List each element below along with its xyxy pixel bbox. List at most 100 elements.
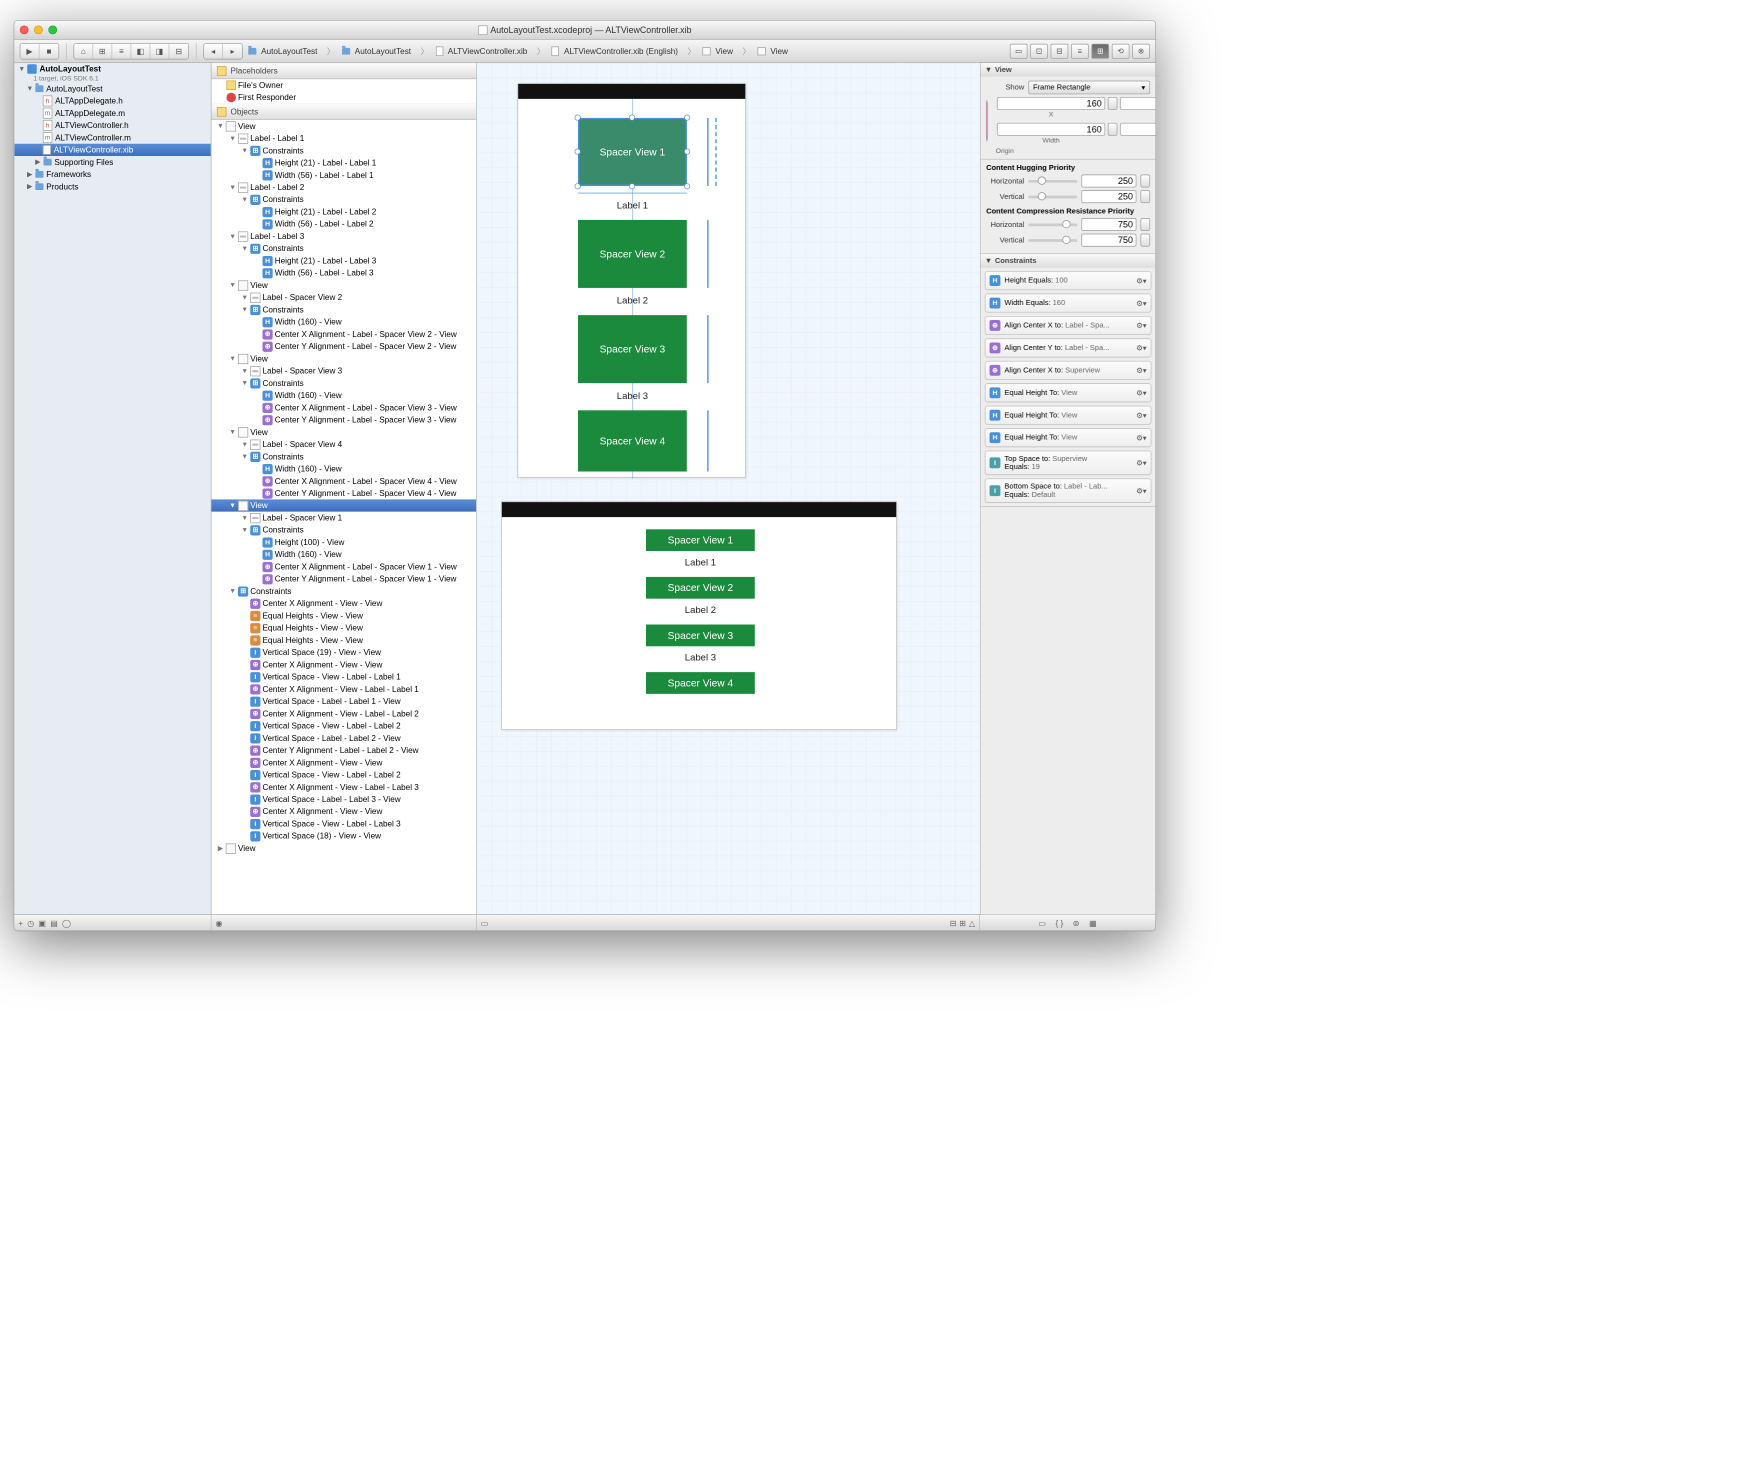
outline-row[interactable]: HWidth (160) - View <box>211 463 476 475</box>
height-input[interactable] <box>1120 123 1155 136</box>
outline-row[interactable]: ⊕Center Y Alignment - Label - Spacer Vie… <box>211 573 476 585</box>
breadcrumb[interactable]: AutoLayoutTest〉 AutoLayoutTest〉 ALTViewC… <box>245 45 1007 57</box>
gear-icon[interactable]: ⚙▾ <box>1136 298 1146 307</box>
quick-help-tab[interactable]: ⊡ <box>1030 43 1048 58</box>
outline-row[interactable]: ⊕Center Y Alignment - Label - Spacer Vie… <box>211 414 476 426</box>
outline-row[interactable]: IVertical Space - View - Label - Label 2 <box>211 720 476 732</box>
filter-icon[interactable]: ◷ <box>27 918 34 928</box>
outline-row[interactable]: ⊕Center X Alignment - Label - Spacer Vie… <box>211 561 476 573</box>
nav-file[interactable]: hALTAppDelegate.h <box>14 95 211 107</box>
attributes-inspector-tab[interactable]: ≡ <box>1071 43 1089 58</box>
library-tab[interactable]: ⊚ <box>1073 918 1080 928</box>
constraint-item[interactable]: HHeight Equals: 100⚙▾ <box>985 271 1152 290</box>
library-tab[interactable]: { } <box>1056 918 1064 928</box>
gear-icon[interactable]: ⚙▾ <box>1136 411 1146 420</box>
outline-row[interactable]: ⊕Center Y Alignment - Label - Spacer Vie… <box>211 487 476 499</box>
spacer-view[interactable]: Spacer View 3 <box>578 315 687 383</box>
outline-row[interactable]: ≡Equal Heights - View - View <box>211 610 476 622</box>
nav-folder[interactable]: ▶Frameworks <box>14 168 211 180</box>
outline-row[interactable]: ⊕Center Y Alignment - Label - Label 2 - … <box>211 744 476 756</box>
outline-row[interactable]: ▼View <box>211 499 476 511</box>
outline-row[interactable]: ▼⊞Constraints <box>211 144 476 156</box>
outline-row[interactable]: ≡Equal Heights - View - View <box>211 622 476 634</box>
outline-row[interactable]: ▼View <box>211 120 476 132</box>
scheme-segment[interactable]: ⌂⊞≡◧◨⊟ <box>73 43 189 59</box>
gear-icon[interactable]: ⚙▾ <box>1136 433 1146 442</box>
outline-row[interactable]: ⊕Center X Alignment - View - Label - Lab… <box>211 707 476 719</box>
res-v-slider[interactable] <box>1028 239 1077 242</box>
nav-file[interactable]: mALTViewController.m <box>14 132 211 144</box>
hug-v-slider[interactable] <box>1028 195 1077 198</box>
nav-folder[interactable]: ▶Supporting Files <box>14 156 211 168</box>
outline-placeholder[interactable]: First Responder <box>211 91 476 103</box>
constraint-item[interactable]: HWidth Equals: 160⚙▾ <box>985 293 1152 312</box>
constraint-item[interactable]: ITop Space to: SuperviewEquals: 19⚙▾ <box>985 450 1152 474</box>
outline-row[interactable]: HWidth (56) - Label - Label 1 <box>211 169 476 181</box>
stepper[interactable] <box>1140 218 1150 231</box>
outline-row[interactable]: ⊕Center X Alignment - Label - Spacer Vie… <box>211 475 476 487</box>
spacer-view[interactable]: Spacer View 4 <box>646 672 755 694</box>
outline-placeholder[interactable]: File's Owner <box>211 79 476 91</box>
outline-row[interactable]: ⊕Center X Alignment - View - Label - Lab… <box>211 781 476 793</box>
filter-icon[interactable]: ▣ <box>38 918 46 928</box>
outline-row[interactable]: ⊕Center X Alignment - View - View <box>211 597 476 609</box>
outline-row[interactable]: ▼Label - Spacer View 2 <box>211 291 476 303</box>
outline-row[interactable]: ▼View <box>211 426 476 438</box>
canvas-label[interactable]: Label 1 <box>612 200 653 211</box>
outline-row[interactable]: ▶View <box>211 842 476 854</box>
outline-row[interactable]: HHeight (21) - Label - Label 3 <box>211 255 476 267</box>
stepper[interactable] <box>1108 97 1118 110</box>
device-portrait[interactable]: Spacer View 1 Label 1 Spacer View 2 Labe… <box>517 83 745 477</box>
outline-row[interactable]: ⊕Center X Alignment - Label - Spacer Vie… <box>211 401 476 413</box>
constraint-item[interactable]: ⊕Align Center Y to: Label - Spa...⚙▾ <box>985 338 1152 357</box>
constraint-item[interactable]: ⊕Align Center X to: Label - Spa...⚙▾ <box>985 316 1152 335</box>
zoom-window-button[interactable] <box>48 25 57 34</box>
canvas-label[interactable]: Label 3 <box>612 390 653 401</box>
device-landscape[interactable]: Spacer View 1 Label 1 Spacer View 2 Labe… <box>501 501 897 729</box>
outline-row[interactable]: HHeight (21) - Label - Label 1 <box>211 157 476 169</box>
outline-row[interactable]: HWidth (160) - View <box>211 389 476 401</box>
outline-row[interactable]: IVertical Space (18) - View - View <box>211 830 476 842</box>
outline-row[interactable]: ▼View <box>211 353 476 365</box>
outline-row[interactable]: ▼Label - Spacer View 4 <box>211 438 476 450</box>
spacer-view[interactable]: Spacer View 2 <box>646 577 755 599</box>
show-select[interactable]: Frame Rectangle▾ <box>1028 81 1150 95</box>
hug-v-input[interactable] <box>1081 190 1136 203</box>
outline-row[interactable]: ≡Equal Heights - View - View <box>211 634 476 646</box>
outline-row[interactable]: HWidth (160) - View <box>211 548 476 560</box>
library-tab[interactable]: ▭ <box>1038 918 1046 928</box>
nav-folder[interactable]: ▶Products <box>14 180 211 192</box>
gear-icon[interactable]: ⚙▾ <box>1136 388 1146 397</box>
align-button[interactable]: ⊟ <box>950 918 957 928</box>
canvas-label[interactable]: Label 1 <box>680 557 721 568</box>
constraint-item[interactable]: IBottom Space to: Label - Lab...Equals: … <box>985 478 1152 502</box>
stepper[interactable] <box>1140 234 1150 247</box>
y-input[interactable] <box>1120 97 1155 110</box>
outline-row[interactable]: HHeight (100) - View <box>211 536 476 548</box>
identity-inspector-tab[interactable]: ⊟ <box>1051 43 1069 58</box>
nav-file[interactable]: mALTAppDelegate.m <box>14 107 211 119</box>
res-h-input[interactable] <box>1081 218 1136 231</box>
canvas-label[interactable]: Label 2 <box>612 295 653 306</box>
pin-button[interactable]: ⊞ <box>959 918 966 928</box>
outline-row[interactable]: ▼Label - Spacer View 3 <box>211 365 476 377</box>
effects-inspector-tab[interactable]: ⊗ <box>1132 43 1150 58</box>
res-v-input[interactable] <box>1081 234 1136 247</box>
spacer-view[interactable]: Spacer View 1 <box>646 529 755 551</box>
outline-row[interactable]: ▼⊞Constraints <box>211 450 476 462</box>
outline-row[interactable]: ⊕Center X Alignment - Label - Spacer Vie… <box>211 328 476 340</box>
outline-row[interactable]: IVertical Space - Label - Label 3 - View <box>211 793 476 805</box>
outline-row[interactable]: ▼Label - Label 1 <box>211 132 476 144</box>
outline-row[interactable]: HWidth (56) - Label - Label 3 <box>211 267 476 279</box>
gear-icon[interactable]: ⚙▾ <box>1136 366 1146 375</box>
constraint-item[interactable]: HEqual Height To: View⚙▾ <box>985 428 1152 447</box>
add-button[interactable]: + <box>18 918 23 928</box>
spacer-view[interactable]: Spacer View 3 <box>646 625 755 647</box>
outline-row[interactable]: ▼⊞Constraints <box>211 242 476 254</box>
document-outline[interactable]: Placeholders File's Owner First Responde… <box>211 63 476 914</box>
outline-row[interactable]: HWidth (56) - Label - Label 2 <box>211 218 476 230</box>
stepper[interactable] <box>1108 123 1118 136</box>
canvas-label[interactable]: Label 2 <box>680 604 721 615</box>
stepper[interactable] <box>1140 190 1150 203</box>
outline-row[interactable]: HHeight (21) - Label - Label 2 <box>211 206 476 218</box>
